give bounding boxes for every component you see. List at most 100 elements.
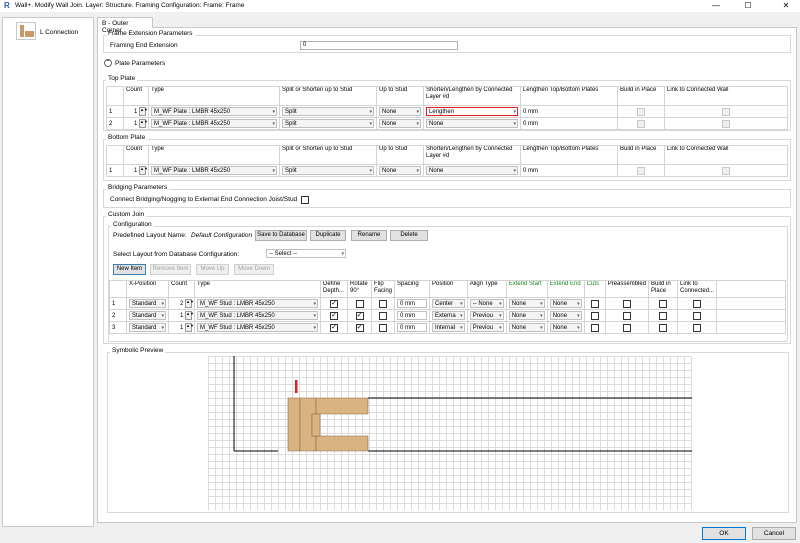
lengthen-value[interactable]: 0 mm xyxy=(520,164,618,177)
count-value[interactable]: 1 xyxy=(180,313,183,319)
type-select[interactable]: M_WF Plate : LMBR 45x250 ▾ xyxy=(151,166,277,175)
extend-end-select[interactable]: None ▾ xyxy=(549,323,582,332)
extend-end-select[interactable]: None ▾ xyxy=(549,311,582,320)
split-select[interactable]: Split ▾ xyxy=(282,107,374,116)
type-select[interactable]: M_WF Plate : LMBR 45x250 ▾ xyxy=(151,107,277,116)
position-select[interactable]: Internal ▾ xyxy=(432,323,465,332)
stepper-icon[interactable]: ▲▼ xyxy=(139,166,148,175)
stepper-icon[interactable]: ▲▼ xyxy=(185,323,194,332)
count-value[interactable]: 1 xyxy=(134,121,137,127)
up-to-stud-select[interactable]: None ▾ xyxy=(379,107,421,116)
delete-button[interactable]: Delete xyxy=(390,230,428,241)
extend-start-select[interactable]: None ▾ xyxy=(508,311,545,320)
preassembled-checkbox[interactable] xyxy=(622,311,631,320)
shorten-select[interactable]: Lengthen ▾ xyxy=(426,107,518,116)
table-row[interactable]: 2 Standard ▾ 1 ▲▼ M_WF Stud : LMBR 45x250… xyxy=(109,309,786,322)
table-row[interactable]: 2 1 ▲▼ M_WF Plate : LMBR 45x250 ▾ Split ▾ … xyxy=(106,117,788,130)
minimize-button[interactable]: — xyxy=(704,0,728,12)
stepper-icon[interactable]: ▲▼ xyxy=(139,107,148,116)
link-checkbox[interactable] xyxy=(722,119,730,128)
flip-facing-checkbox[interactable] xyxy=(379,299,387,308)
x-position-select[interactable]: Standard ▾ xyxy=(129,311,166,320)
extend-end-select[interactable]: None ▾ xyxy=(549,299,582,308)
rotate-checkbox[interactable]: ✓ xyxy=(355,311,364,320)
tab-outer-corner[interactable]: B - Outer Corner xyxy=(97,17,153,34)
spacing-input[interactable]: 0 mm xyxy=(397,323,427,332)
type-select[interactable]: M_WF Stud : LMBR 45x250 ▾ xyxy=(197,299,318,308)
stepper-icon[interactable]: ▲▼ xyxy=(185,311,194,320)
up-to-stud-select[interactable]: None ▾ xyxy=(379,119,421,128)
spacing-input[interactable]: 0 mm xyxy=(397,311,427,320)
flip-facing-checkbox[interactable] xyxy=(379,311,387,320)
type-select[interactable]: M_WF Stud : LMBR 45x250 ▾ xyxy=(197,311,318,320)
flip-facing-checkbox[interactable] xyxy=(379,323,387,332)
shorten-select[interactable]: None ▾ xyxy=(426,166,518,175)
define-depth-checkbox[interactable]: ✓ xyxy=(330,299,338,308)
extend-start-select[interactable]: None ▾ xyxy=(508,299,545,308)
new-item-button[interactable]: New Item xyxy=(113,264,146,275)
table-row[interactable]: 1 1 ▲▼ M_WF Plate : LMBR 45x250 ▾ Split ▾ … xyxy=(106,105,788,118)
select-layout-dropdown[interactable]: -- Select -- ▾ xyxy=(266,249,346,258)
link-checkbox[interactable] xyxy=(693,299,702,308)
align-type-select[interactable]: Previou ▾ xyxy=(469,323,504,332)
position-select[interactable]: Externa ▾ xyxy=(432,311,465,320)
rename-button[interactable]: Rename xyxy=(351,230,387,241)
split-select[interactable]: Split ▾ xyxy=(282,166,374,175)
remove-item-button[interactable]: Remove Item xyxy=(150,264,191,275)
ok-button[interactable]: OK xyxy=(702,527,746,540)
x-position-select[interactable]: Standard ▾ xyxy=(129,323,166,332)
connection-item-label[interactable]: L Connection xyxy=(40,29,78,36)
move-up-button[interactable]: Move Up xyxy=(196,264,229,275)
cuts-checkbox[interactable] xyxy=(590,311,599,320)
up-to-stud-select[interactable]: None ▾ xyxy=(379,166,421,175)
position-select[interactable]: Center ▾ xyxy=(432,299,465,308)
duplicate-button[interactable]: Duplicate xyxy=(310,230,346,241)
maximize-button[interactable]: ☐ xyxy=(736,0,760,12)
count-value[interactable]: 2 xyxy=(180,301,183,307)
build-in-place-checkbox[interactable] xyxy=(637,119,645,128)
define-depth-checkbox[interactable]: ✓ xyxy=(330,323,338,332)
link-checkbox[interactable] xyxy=(693,311,702,320)
bridging-checkbox[interactable] xyxy=(301,196,309,204)
framing-end-extension-input[interactable]: 0 xyxy=(300,41,458,50)
cuts-checkbox[interactable] xyxy=(590,299,599,308)
type-select[interactable]: M_WF Plate : LMBR 45x250 ▾ xyxy=(151,119,277,128)
link-checkbox[interactable] xyxy=(722,107,730,116)
table-row[interactable]: 1 1 ▲▼ M_WF Plate : LMBR 45x250 ▾ Split ▾ … xyxy=(106,164,788,177)
x-position-select[interactable]: Standard ▾ xyxy=(129,299,166,308)
move-down-button[interactable]: Move Down xyxy=(234,264,274,275)
table-row[interactable]: 1 Standard ▾ 2 ▲▼ M_WF Stud : LMBR 45x250… xyxy=(109,297,786,310)
build-in-place-checkbox[interactable] xyxy=(637,107,645,116)
build-in-place-checkbox[interactable] xyxy=(659,311,668,320)
align-type-select[interactable]: -- None ▾ xyxy=(469,299,504,308)
count-value[interactable]: 1 xyxy=(134,109,137,115)
stepper-icon[interactable]: ▲▼ xyxy=(139,119,148,128)
count-value[interactable]: 1 xyxy=(180,325,183,331)
shorten-select[interactable]: None ▾ xyxy=(426,119,518,128)
close-button[interactable]: ✕ xyxy=(774,0,798,12)
stepper-icon[interactable]: ▲▼ xyxy=(185,299,194,308)
rotate-checkbox[interactable]: ✓ xyxy=(355,323,364,332)
rotate-checkbox[interactable] xyxy=(355,299,364,308)
count-value[interactable]: 1 xyxy=(134,168,137,174)
build-in-place-checkbox[interactable] xyxy=(659,299,668,308)
extend-start-select[interactable]: None ▾ xyxy=(508,323,545,332)
save-to-database-button[interactable]: Save to Database xyxy=(255,230,307,241)
split-select[interactable]: Split ▾ xyxy=(282,119,374,128)
align-type-select[interactable]: Previou ▾ xyxy=(469,311,504,320)
cancel-button[interactable]: Cancel xyxy=(752,527,796,540)
preassembled-checkbox[interactable] xyxy=(622,299,631,308)
define-depth-checkbox[interactable]: ✓ xyxy=(330,311,338,320)
cuts-checkbox[interactable] xyxy=(590,323,599,332)
build-in-place-checkbox[interactable] xyxy=(637,166,645,175)
spacing-input[interactable]: 0 mm xyxy=(397,299,427,308)
build-in-place-checkbox[interactable] xyxy=(659,323,668,332)
type-select[interactable]: M_WF Stud : LMBR 45x250 ▾ xyxy=(197,323,318,332)
lengthen-value[interactable]: 0 mm xyxy=(520,105,618,118)
lengthen-value[interactable]: 0 mm xyxy=(520,117,618,130)
l-connection-icon[interactable] xyxy=(16,22,36,40)
preassembled-checkbox[interactable] xyxy=(622,323,631,332)
table-row[interactable]: 3 Standard ▾ 1 ▲▼ M_WF Stud : LMBR 45x250… xyxy=(109,321,786,334)
link-checkbox[interactable] xyxy=(693,323,702,332)
link-checkbox[interactable] xyxy=(722,166,730,175)
